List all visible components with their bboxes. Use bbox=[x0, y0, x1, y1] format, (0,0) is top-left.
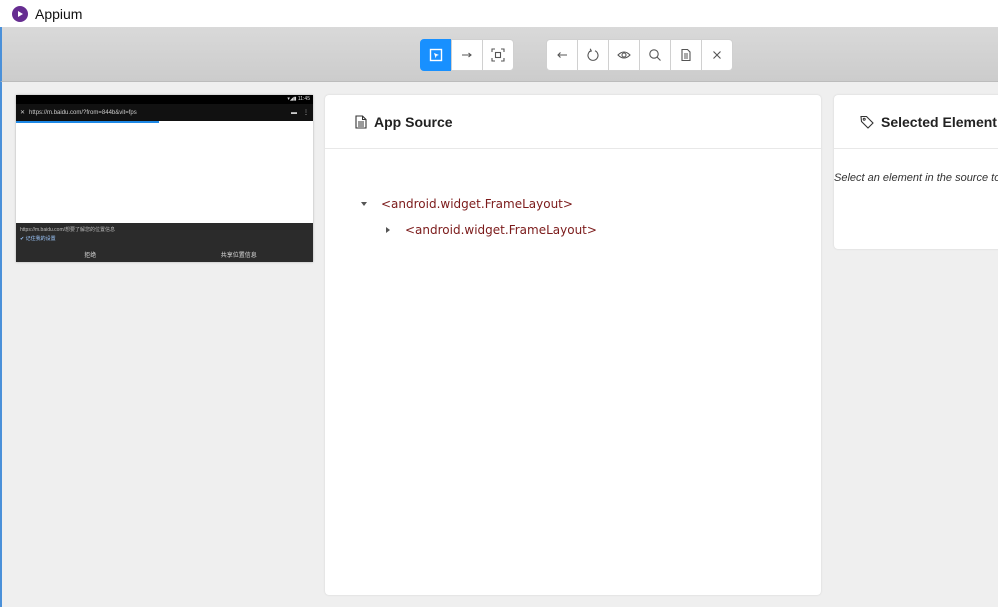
device-deny-button: 拒绝 bbox=[84, 253, 97, 259]
selected-element-panel: Selected Element Select an element in th… bbox=[834, 95, 998, 249]
search-icon bbox=[649, 49, 661, 61]
selected-element-hint: Select an element in the source to begin… bbox=[834, 172, 998, 184]
device-url-bar: ✕ https://m.baidu.com/?from=844b&vit=fps… bbox=[16, 104, 313, 121]
refresh-button[interactable] bbox=[577, 39, 609, 71]
device-screenshot[interactable]: ▾◢▮ 11:45 ✕ https://m.baidu.com/?from=84… bbox=[16, 95, 313, 262]
refresh-icon bbox=[587, 48, 599, 61]
device-permission-message: https://m.baidu.com/想要了解您的位置信息 bbox=[20, 227, 116, 233]
crosshair-icon bbox=[491, 48, 505, 62]
eye-icon bbox=[617, 51, 631, 59]
app-source-panel: App Source <android.widget.FrameLayout> … bbox=[325, 95, 821, 595]
device-page-content bbox=[16, 123, 313, 223]
quit-session-button[interactable] bbox=[701, 39, 733, 71]
device-close-icon: ✕ bbox=[20, 110, 26, 116]
app-source-title: App Source bbox=[374, 113, 453, 130]
inspector-toolbar bbox=[0, 27, 998, 82]
selected-element-hint-wrap: Select an element in the source to begin… bbox=[834, 149, 998, 184]
tree-node-root[interactable]: <android.widget.FrameLayout> bbox=[359, 191, 821, 217]
tree-node-label[interactable]: <android.widget.FrameLayout> bbox=[405, 223, 597, 237]
device-status-bar: ▾◢▮ 11:45 bbox=[16, 95, 313, 104]
caret-right-icon[interactable] bbox=[383, 226, 393, 234]
tree-node-label[interactable]: <android.widget.FrameLayout> bbox=[381, 197, 573, 211]
copy-xml-button[interactable] bbox=[670, 39, 702, 71]
search-elements-button[interactable] bbox=[639, 39, 671, 71]
start-recording-button[interactable] bbox=[608, 39, 640, 71]
file-text-icon bbox=[355, 114, 367, 129]
device-menu-icon: ⋮ bbox=[303, 110, 309, 116]
arrow-left-icon bbox=[557, 52, 567, 58]
device-permission-sheet: https://m.baidu.com/想要了解您的位置信息 ✔ 记住我的设置 … bbox=[16, 223, 313, 262]
swipe-by-coordinates-button[interactable] bbox=[451, 39, 483, 71]
window-title: Appium bbox=[35, 5, 83, 22]
device-remember-label: 记住我的设置 bbox=[25, 236, 56, 242]
action-button-group bbox=[546, 39, 733, 71]
tag-icon bbox=[860, 115, 874, 129]
appium-logo-icon bbox=[12, 5, 28, 22]
source-tree: <android.widget.FrameLayout> <android.wi… bbox=[325, 149, 821, 243]
selected-element-header: Selected Element bbox=[834, 95, 998, 149]
device-remember-checkbox: ✔ 记住我的设置 bbox=[20, 236, 56, 242]
device-permission-buttons: 拒绝 共享位置信息 bbox=[16, 250, 313, 259]
caret-down-icon[interactable] bbox=[359, 200, 369, 208]
close-icon bbox=[713, 51, 721, 59]
mode-button-group bbox=[420, 39, 514, 71]
selected-element-title: Selected Element bbox=[881, 113, 997, 130]
tap-by-coordinates-button[interactable] bbox=[482, 39, 514, 71]
select-elements-button[interactable] bbox=[420, 39, 452, 71]
device-tabs-icon: ▬ bbox=[291, 109, 297, 116]
title-bar: Appium bbox=[0, 0, 998, 27]
inspector-main: ▾◢▮ 11:45 ✕ https://m.baidu.com/?from=84… bbox=[0, 82, 998, 607]
copy-icon bbox=[681, 48, 691, 62]
device-url: https://m.baidu.com/?from=844b&vit=fps bbox=[29, 109, 137, 116]
back-button[interactable] bbox=[546, 39, 578, 71]
device-allow-button: 共享位置信息 bbox=[220, 253, 257, 259]
tree-node-child[interactable]: <android.widget.FrameLayout> bbox=[359, 217, 821, 243]
select-element-icon bbox=[429, 48, 443, 62]
app-source-header: App Source bbox=[325, 95, 821, 149]
arrow-right-icon bbox=[462, 52, 472, 58]
